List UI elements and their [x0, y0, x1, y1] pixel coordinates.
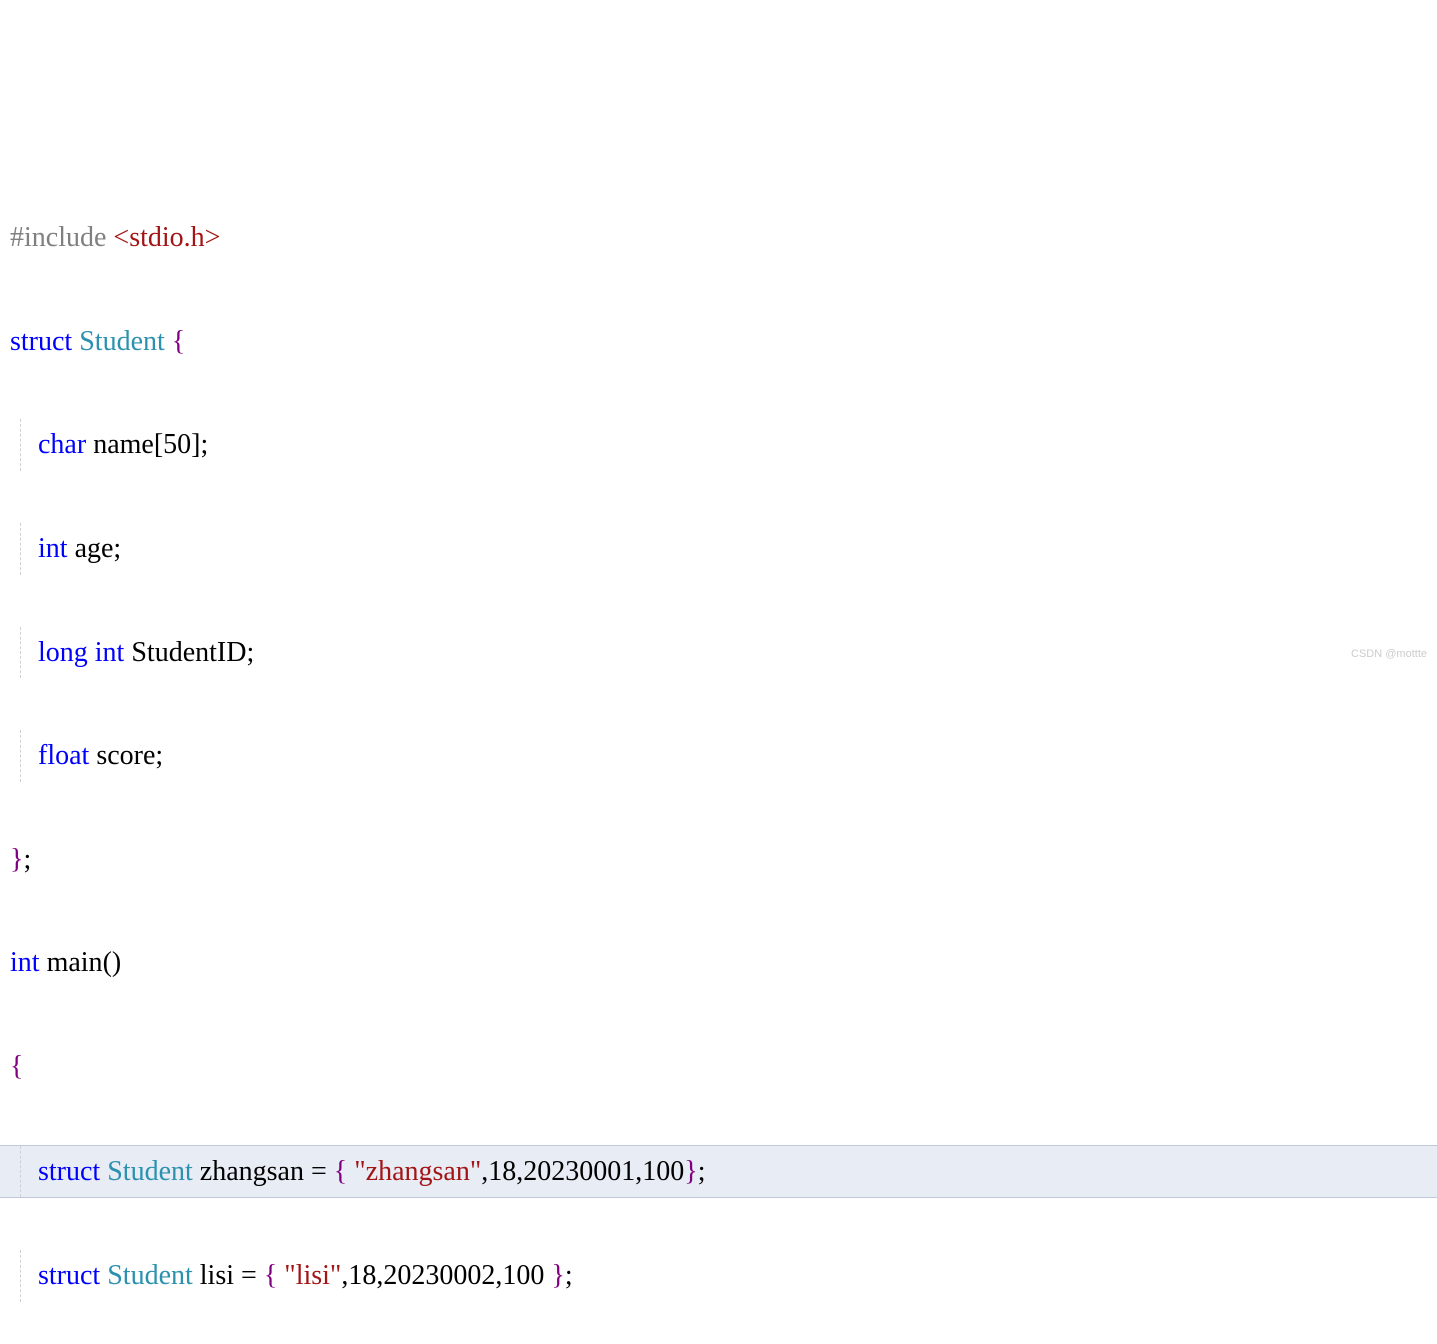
field-name: StudentID; — [124, 637, 254, 668]
code-line-11: struct Student lisi = { "lisi",18,202300… — [0, 1250, 1437, 1302]
code-line-8: int main() — [0, 937, 1437, 989]
watermark-text: CSDN @mottte — [1351, 644, 1427, 664]
code-line-7: }; — [0, 834, 1437, 886]
code-line-1: #include <stdio.h> — [0, 212, 1437, 264]
string-literal: "zhangsan" — [354, 1156, 481, 1187]
open-brace: { — [10, 1051, 23, 1082]
open-brace: { — [165, 326, 185, 357]
code-line-5: long int StudentID; — [0, 627, 1437, 679]
code-line-10-highlighted: struct Student zhangsan = { "zhangsan",1… — [0, 1145, 1437, 1199]
type-keyword: int — [10, 947, 40, 978]
code-line-6: float score; — [0, 730, 1437, 782]
array-size: 50 — [163, 429, 191, 460]
type-keyword: long — [38, 637, 88, 668]
field-name: name[ — [86, 429, 163, 460]
variable-name: zhangsan — [193, 1156, 311, 1187]
struct-type: Student — [107, 1156, 193, 1187]
struct-keyword: struct — [10, 326, 72, 357]
field-name: age; — [68, 533, 122, 564]
type-keyword: int — [95, 637, 125, 668]
preprocessor: #include — [10, 222, 113, 253]
type-keyword: float — [38, 740, 89, 771]
string-literal: "lisi" — [284, 1260, 341, 1291]
struct-keyword: struct — [38, 1260, 100, 1291]
struct-keyword: struct — [38, 1156, 100, 1187]
variable-name: lisi — [193, 1260, 241, 1291]
code-line-2: struct Student { — [0, 316, 1437, 368]
struct-type: Student — [107, 1260, 193, 1291]
struct-name: Student — [79, 326, 165, 357]
close-brace: } — [10, 844, 23, 875]
function-name: main — [40, 947, 103, 978]
include-header: <stdio.h> — [113, 222, 220, 253]
type-keyword: char — [38, 429, 86, 460]
code-line-9: { — [0, 1041, 1437, 1093]
code-line-4: int age; — [0, 523, 1437, 575]
field-name: score; — [89, 740, 163, 771]
type-keyword: int — [38, 533, 68, 564]
code-line-3: char name[50]; — [0, 419, 1437, 471]
